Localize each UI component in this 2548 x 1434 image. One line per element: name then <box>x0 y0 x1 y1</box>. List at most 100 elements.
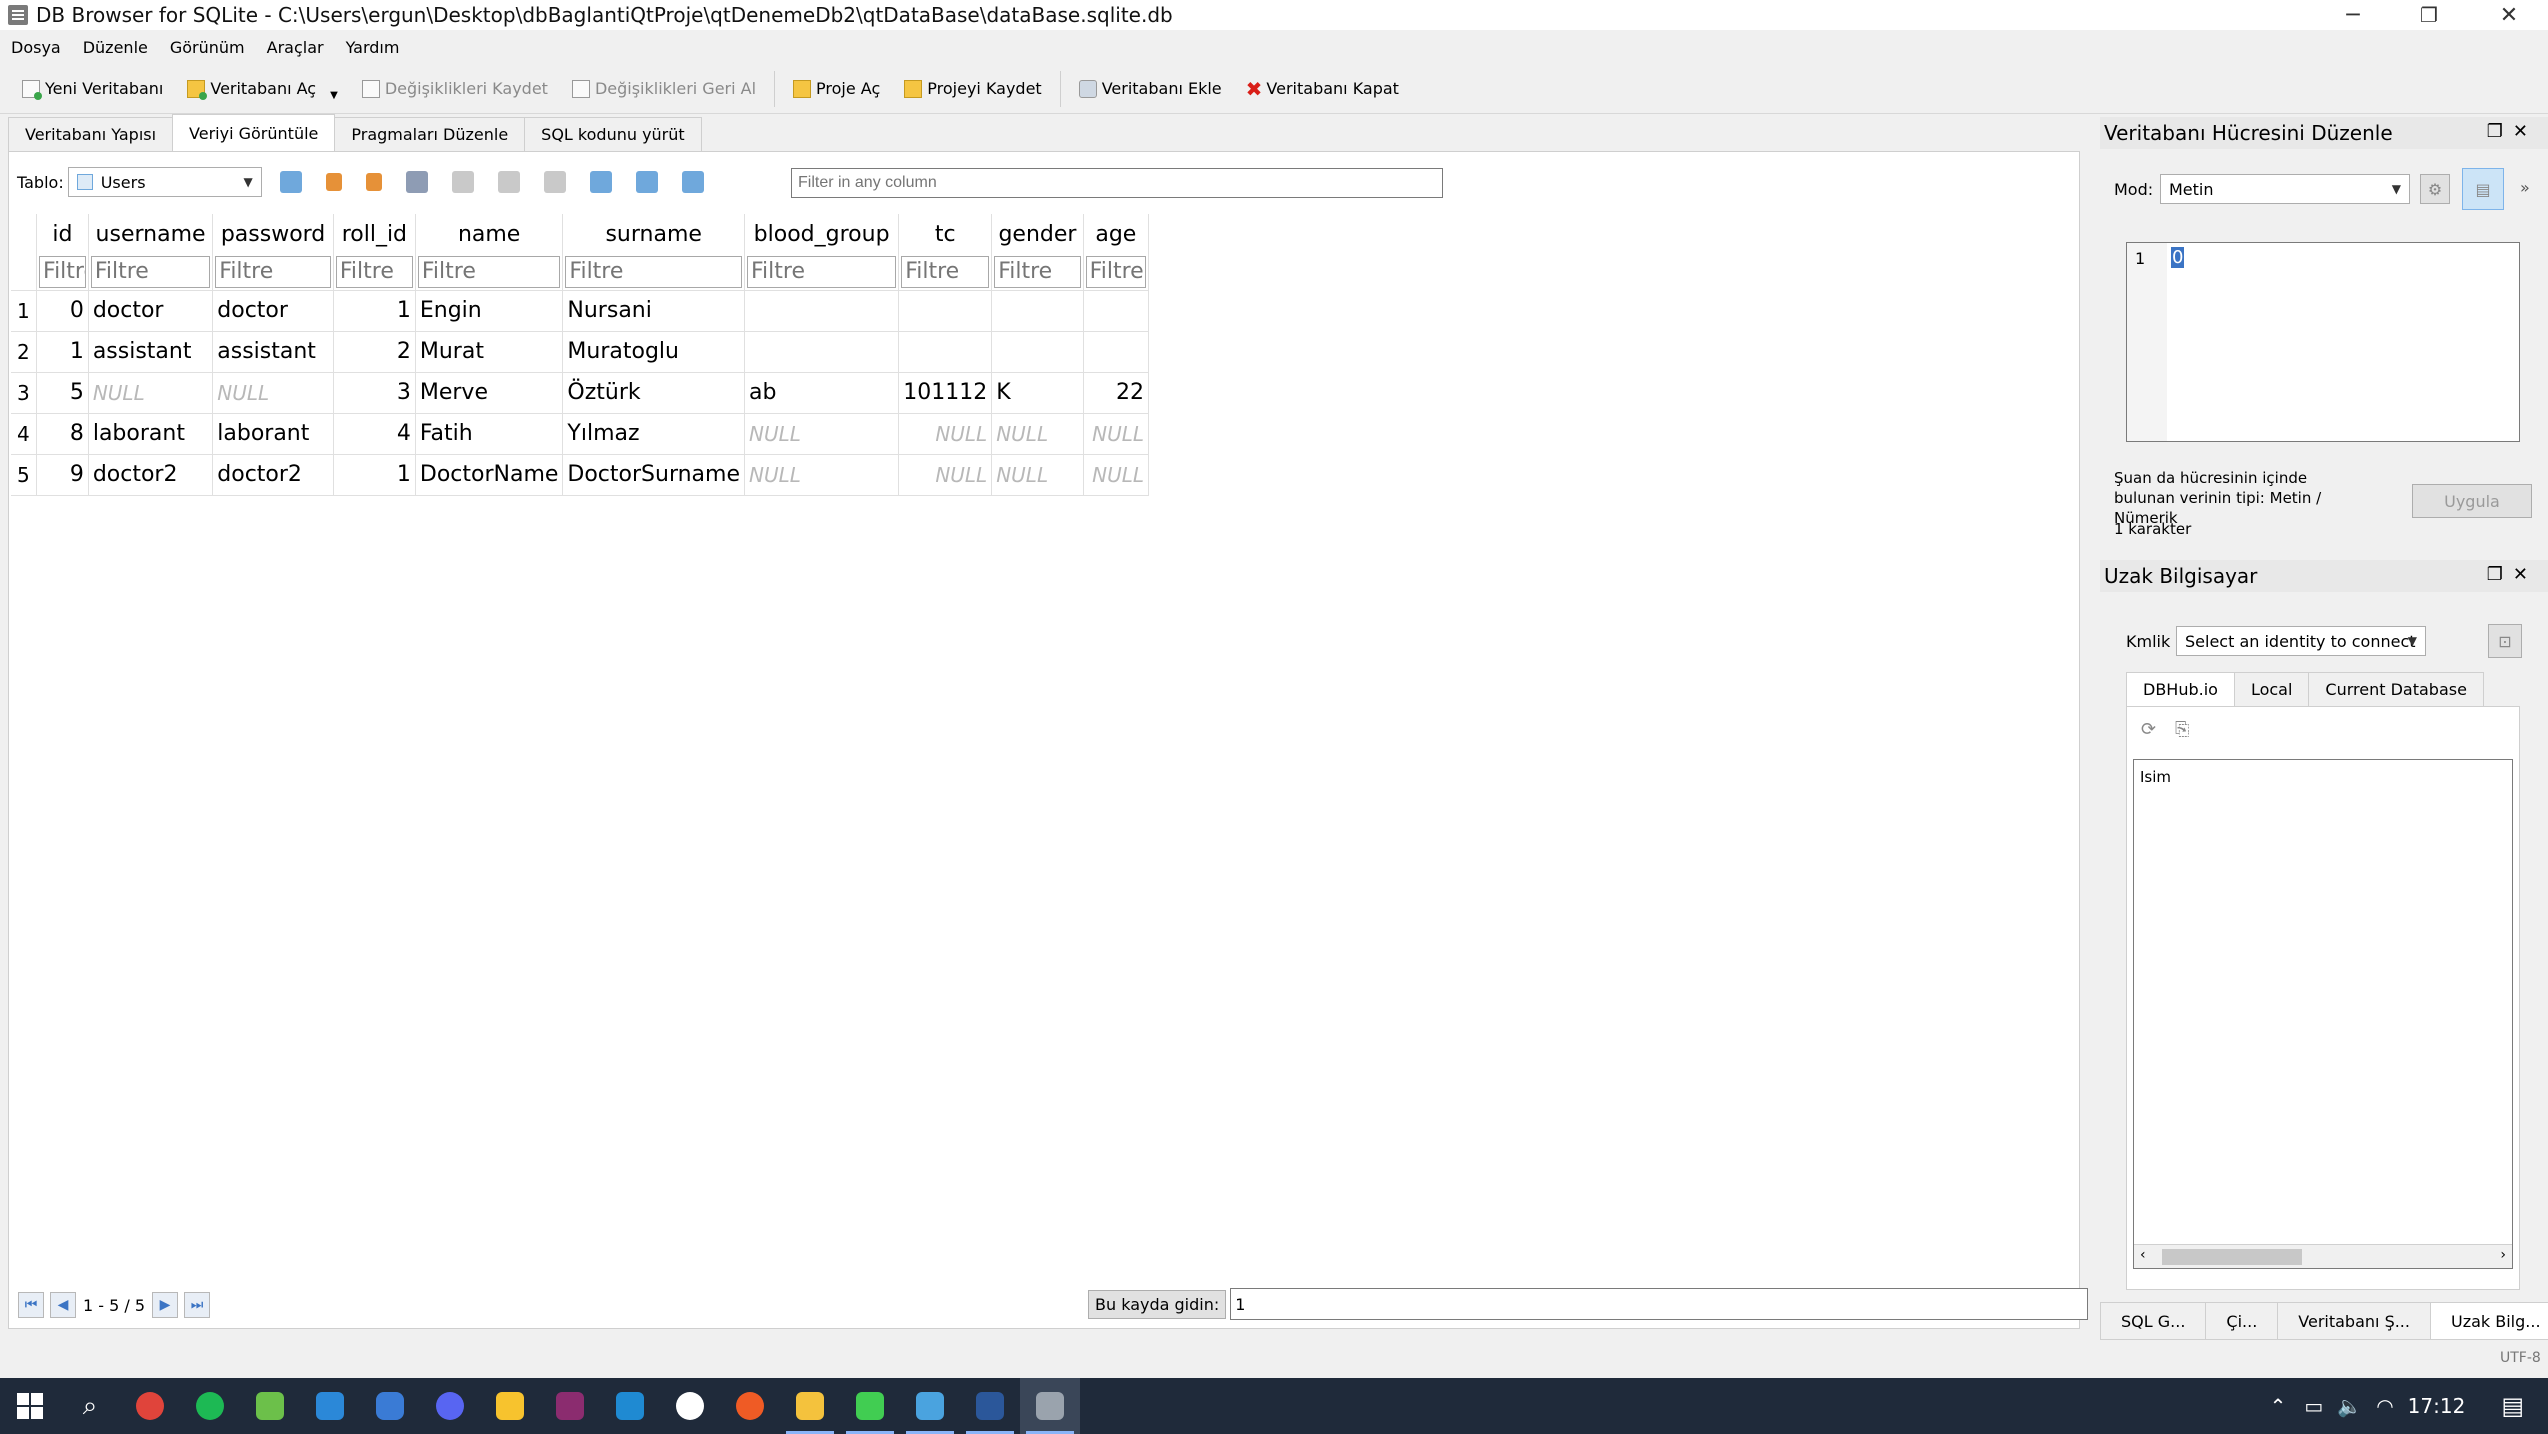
cell-username[interactable]: doctor2 <box>88 454 214 496</box>
column-header-name[interactable]: Isim <box>2140 768 2171 786</box>
filter-input-password[interactable] <box>215 255 331 288</box>
cell-editor[interactable]: 1 0 <box>2126 242 2520 442</box>
cell-name[interactable]: DoctorName <box>415 454 564 496</box>
filter-input-tc[interactable] <box>901 255 990 288</box>
cell-blood-group[interactable] <box>744 331 900 373</box>
filter-input-roll-id[interactable] <box>335 255 413 288</box>
cell-id[interactable]: 9 <box>36 454 89 496</box>
menu-tools[interactable]: Araçlar <box>256 38 335 57</box>
column-header-name[interactable]: name <box>415 214 564 254</box>
tab-current-database[interactable]: Current Database <box>2308 672 2484 706</box>
tab-dbhub[interactable]: DBHub.io <box>2126 672 2235 706</box>
cell-username[interactable]: laborant <box>88 413 214 455</box>
close-database-button[interactable]: ✖ Veritabanı Kapat <box>1234 69 1411 109</box>
cell-blood-group[interactable] <box>744 290 900 332</box>
filter-input-gender[interactable] <box>994 255 1081 288</box>
taskbar-app[interactable] <box>360 1378 420 1434</box>
cell-blood-group[interactable]: NULL <box>744 454 900 496</box>
tab-execute-sql[interactable]: SQL kodunu yürüt <box>524 117 702 151</box>
taskbar-mail[interactable] <box>300 1378 360 1434</box>
taskbar-db-browser[interactable] <box>1020 1378 1080 1434</box>
tab-sql-log[interactable]: SQL G... <box>2100 1302 2207 1340</box>
cell-surname[interactable]: Yılmaz <box>562 413 745 455</box>
row-number[interactable]: 3 <box>11 372 38 414</box>
taskbar-postman[interactable] <box>720 1378 780 1434</box>
mode-select[interactable]: Metin ▼ <box>2160 174 2410 204</box>
taskbar-winrar[interactable] <box>540 1378 600 1434</box>
taskbar-word[interactable] <box>960 1378 1020 1434</box>
cell-roll-id[interactable]: 3 <box>333 372 416 414</box>
identity-select[interactable]: Select an identity to connect ▼ <box>2176 626 2426 656</box>
cell-surname[interactable]: Nursani <box>562 290 745 332</box>
clear-filters-icon[interactable] <box>325 173 342 191</box>
cell-surname[interactable]: DoctorSurname <box>562 454 745 496</box>
row-number[interactable]: 2 <box>11 331 38 373</box>
cell-id[interactable]: 0 <box>36 290 89 332</box>
tab-edit-pragmas[interactable]: Pragmaları Düzenle <box>334 117 526 151</box>
goto-record-button[interactable]: Bu kayda gidin: <box>1088 1289 1227 1319</box>
goto-record-input[interactable] <box>1230 1288 2089 1320</box>
menu-file[interactable]: Dosya <box>0 38 72 57</box>
notification-icon[interactable]: ▤ <box>2501 1392 2524 1420</box>
cell-password[interactable]: laborant <box>212 413 334 455</box>
column-header-surname[interactable]: surname <box>562 214 745 254</box>
close-dock-icon[interactable]: ✕ <box>2513 121 2538 142</box>
taskbar-app[interactable] <box>660 1378 720 1434</box>
taskbar-sticky-notes[interactable] <box>480 1378 540 1434</box>
cell-gender[interactable]: K <box>991 372 1084 414</box>
cell-surname[interactable]: Öztürk <box>562 372 745 414</box>
filter-input-blood-group[interactable] <box>747 255 897 288</box>
filter-input-age[interactable] <box>1085 255 1146 288</box>
horizontal-scrollbar[interactable]: ‹ › <box>2134 1244 2512 1268</box>
apply-button[interactable]: Uygula <box>2412 484 2532 518</box>
cell-roll-id[interactable]: 1 <box>333 454 416 496</box>
taskbar-qt-creator[interactable] <box>840 1378 900 1434</box>
battery-icon[interactable]: ▭ <box>2304 1394 2323 1418</box>
table-row[interactable]: 2 1 assistant assistant 2 Murat Muratogl… <box>11 331 1150 373</box>
table-row[interactable]: 1 0 doctor doctor 1 Engin Nursani <box>11 290 1150 332</box>
menu-edit[interactable]: Düzenle <box>72 38 159 57</box>
cell-age[interactable] <box>1083 290 1150 332</box>
taskbar-chrome[interactable] <box>120 1378 180 1434</box>
taskbar-app[interactable] <box>240 1378 300 1434</box>
scroll-right-icon[interactable]: › <box>2500 1247 2506 1263</box>
save-table-as-icon[interactable] <box>405 171 428 193</box>
cell-tc[interactable] <box>898 290 993 332</box>
next-record-icon[interactable]: ▶ <box>152 1292 179 1318</box>
tab-database-structure[interactable]: Veritabanı Yapısı <box>8 117 174 151</box>
scrollbar-thumb[interactable] <box>2162 1249 2302 1265</box>
cell-surname[interactable]: Muratoglu <box>562 331 745 373</box>
dropdown-arrow-icon[interactable]: ▼ <box>330 90 338 101</box>
close-dock-icon[interactable]: ✕ <box>2513 564 2538 585</box>
table-row[interactable]: 5 9 doctor2 doctor2 1 DoctorName DoctorS… <box>11 454 1150 496</box>
filter-input-username[interactable] <box>90 255 211 288</box>
filter-input-name[interactable] <box>417 255 561 288</box>
more-options-icon[interactable]: » <box>2520 178 2530 197</box>
cell-tc[interactable]: NULL <box>898 454 993 496</box>
close-button[interactable]: ✕ <box>2474 0 2544 30</box>
float-dock-icon[interactable]: ❐ <box>2487 564 2513 585</box>
remote-refresh-icon[interactable]: ⟳ <box>2141 719 2156 740</box>
new-database-button[interactable]: Yeni Veritabanı <box>10 69 175 109</box>
column-header-tc[interactable]: tc <box>898 214 993 254</box>
identity-settings-icon[interactable]: ⊡ <box>2488 624 2522 658</box>
cell-age[interactable] <box>1083 331 1150 373</box>
cell-username[interactable]: NULL <box>88 372 214 414</box>
menu-help[interactable]: Yardım <box>335 38 411 57</box>
refresh-icon[interactable] <box>279 171 302 193</box>
cell-roll-id[interactable]: 2 <box>333 331 416 373</box>
row-number[interactable]: 4 <box>11 413 38 455</box>
filter-input-id[interactable] <box>39 255 86 288</box>
column-header-password[interactable]: password <box>212 214 334 254</box>
cell-tc[interactable]: NULL <box>898 413 993 455</box>
wifi-icon[interactable]: ◠ <box>2376 1394 2393 1418</box>
insert-record-icon[interactable] <box>497 171 520 193</box>
column-header-username[interactable]: username <box>88 214 214 254</box>
tab-plot[interactable]: Çi... <box>2205 1302 2279 1340</box>
cell-tc[interactable]: 101112 <box>898 372 993 414</box>
cell-blood-group[interactable]: NULL <box>744 413 900 455</box>
cell-roll-id[interactable]: 1 <box>333 290 416 332</box>
cell-id[interactable]: 5 <box>36 372 89 414</box>
cell-password[interactable]: doctor2 <box>212 454 334 496</box>
cell-gender[interactable]: NULL <box>991 454 1084 496</box>
